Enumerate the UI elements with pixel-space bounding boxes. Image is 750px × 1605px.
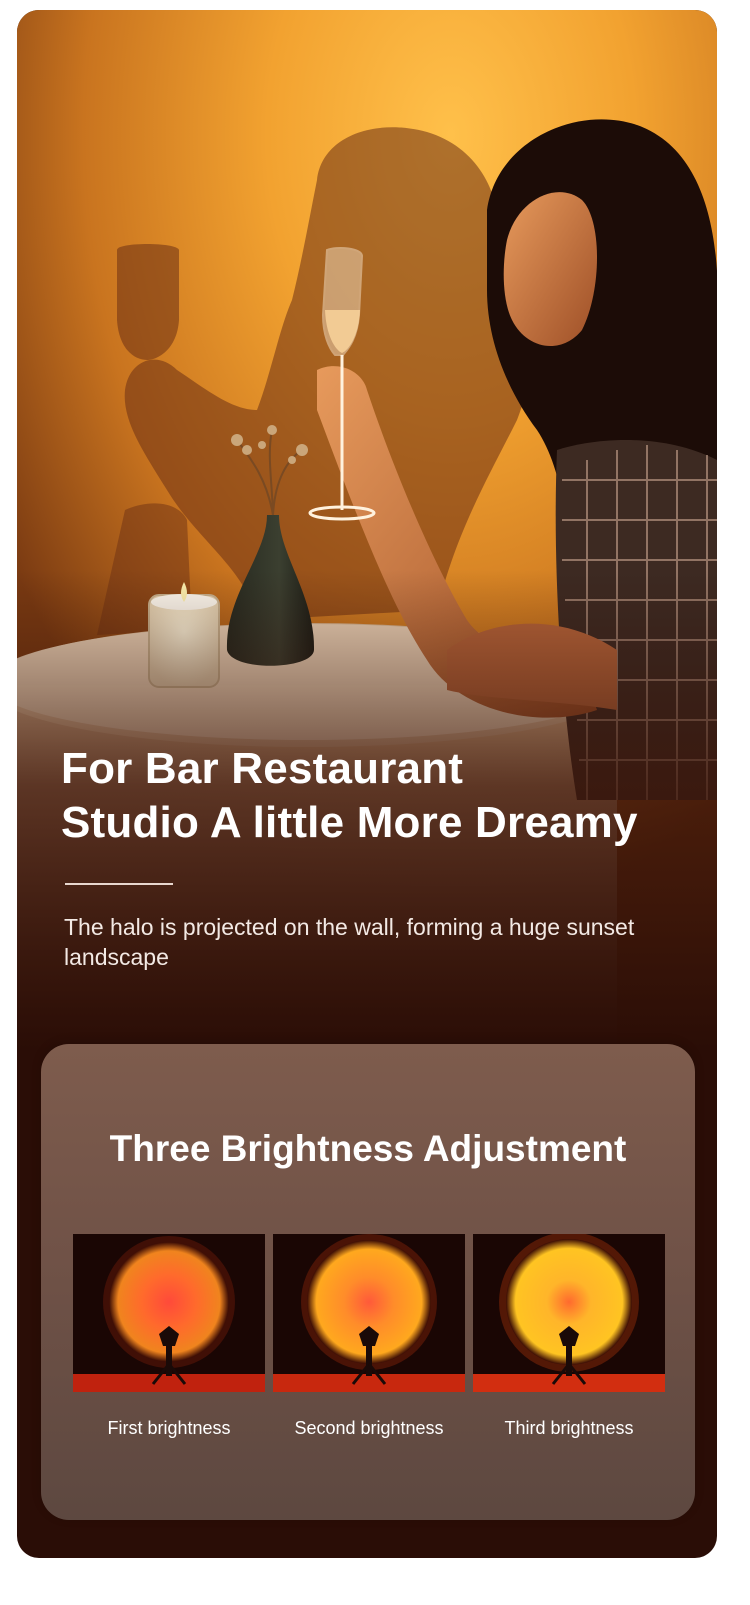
third-brightness-label: Third brightness [504, 1418, 634, 1438]
first-brightness-label: First brightness [107, 1418, 231, 1438]
hero-subtitle: The halo is projected on the wall, formi… [64, 914, 635, 970]
brightness-panel: Three Brightness Adjustment First bright… [41, 1044, 695, 1520]
first-brightness-image [73, 1234, 265, 1392]
title-divider [65, 883, 173, 885]
product-card: For Bar Restaurant Studio A little More … [17, 10, 717, 1558]
hero-photo: For Bar Restaurant Studio A little More … [17, 10, 717, 1050]
brightness-title: Three Brightness Adjustment [109, 1128, 627, 1169]
second-brightness-label: Second brightness [294, 1418, 444, 1438]
hero-title: For Bar Restaurant Studio A little More … [61, 744, 638, 847]
second-brightness-image [273, 1234, 465, 1392]
third-brightness-image [473, 1234, 665, 1392]
brightness-thumbnails: First brightness Second brightness Third… [73, 1234, 665, 1474]
